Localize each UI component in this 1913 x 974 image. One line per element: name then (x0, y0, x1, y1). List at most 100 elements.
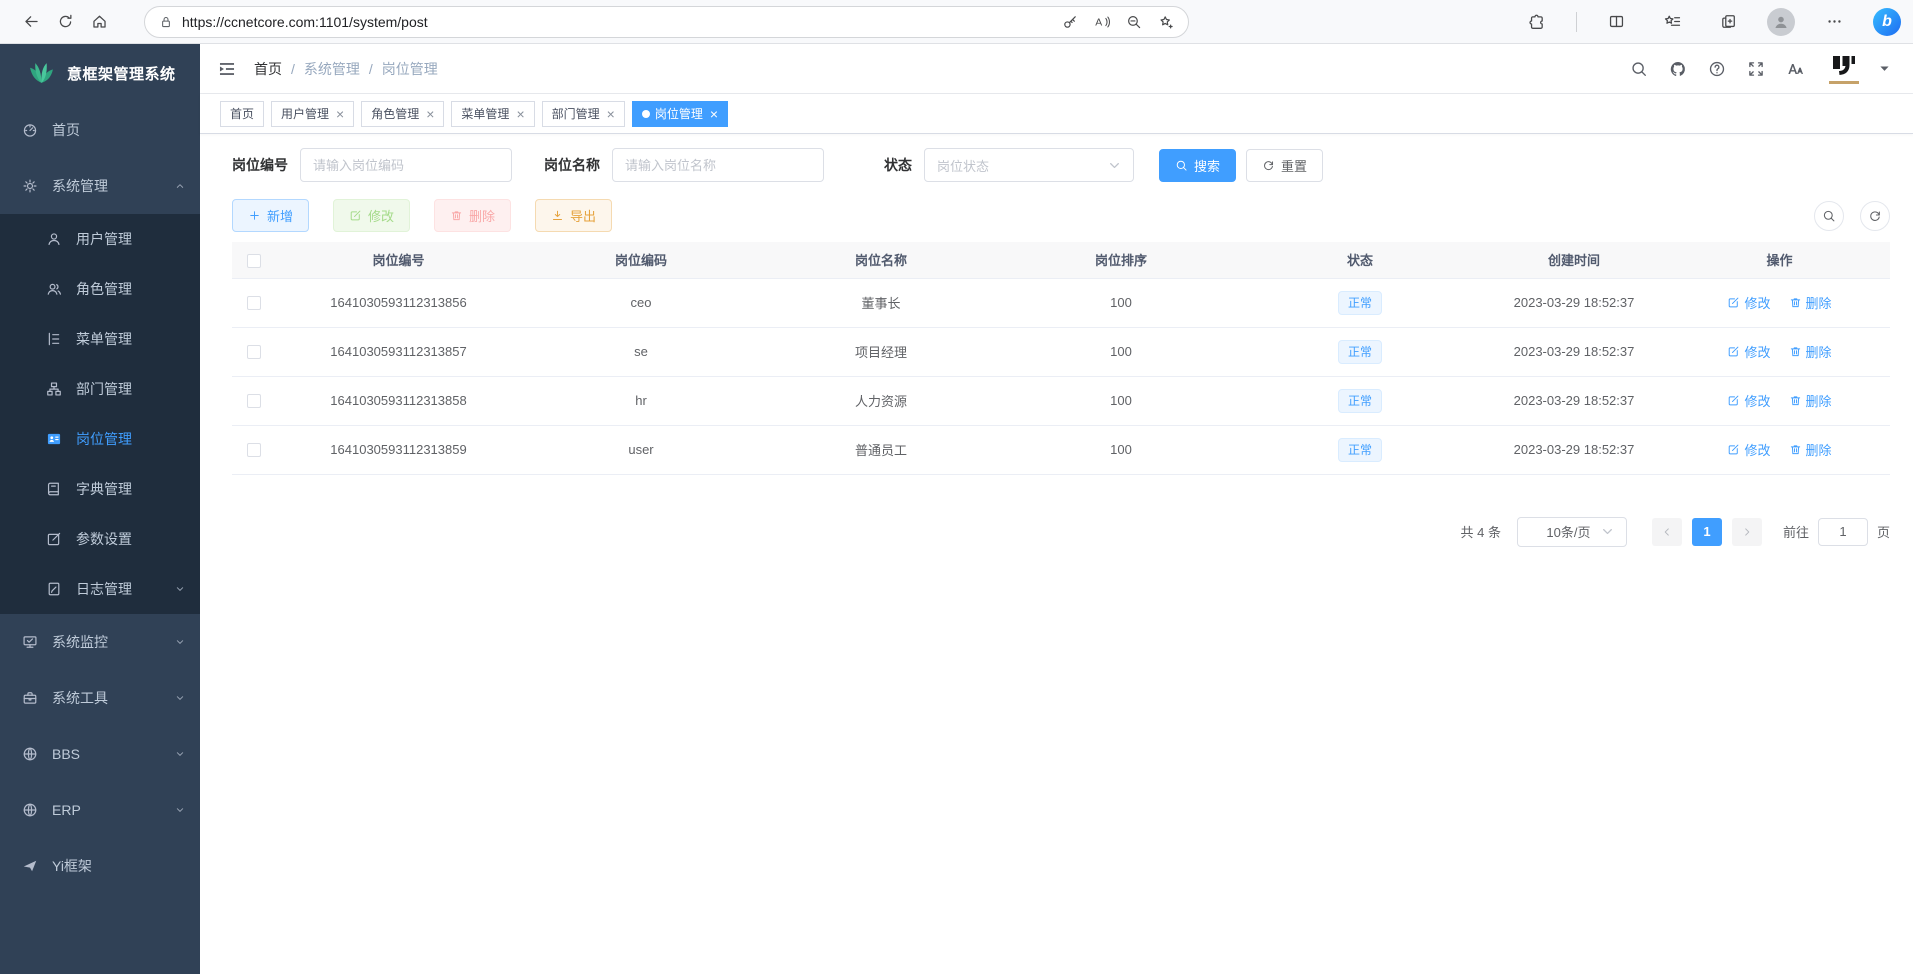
browser-home-button[interactable] (82, 5, 116, 39)
status-badge: 正常 (1338, 291, 1382, 315)
show-search-toggle-button[interactable] (1814, 201, 1844, 231)
row-edit-link[interactable]: 修改 (1727, 342, 1770, 361)
next-page-button[interactable] (1732, 518, 1762, 546)
split-screen-button[interactable] (1599, 5, 1633, 39)
row-delete-link[interactable]: 删除 (1789, 342, 1832, 361)
post-name-input[interactable] (612, 148, 824, 182)
row-checkbox[interactable] (247, 296, 261, 310)
caret-down-icon[interactable] (1876, 60, 1893, 77)
help-button[interactable] (1706, 58, 1728, 80)
avatar-underline (1829, 81, 1859, 84)
trash-icon (1789, 296, 1802, 309)
row-delete-link[interactable]: 删除 (1789, 293, 1832, 312)
row-checkbox[interactable] (247, 443, 261, 457)
browser-toolbar: https://ccnetcore.com:1101/system/post A… (0, 0, 1913, 44)
page-size-select[interactable]: 10条/页 (1517, 517, 1627, 547)
header-search-button[interactable] (1628, 58, 1650, 80)
refresh-icon (1868, 209, 1882, 223)
sidebar-item-dept-management[interactable]: 部门管理 (0, 364, 200, 414)
password-button[interactable] (1056, 8, 1084, 36)
row-edit-link[interactable]: 修改 (1727, 293, 1770, 312)
sidebar-item-label: 角色管理 (76, 279, 186, 299)
add-favorite-button[interactable] (1152, 8, 1180, 36)
row-delete-link[interactable]: 删除 (1789, 440, 1832, 459)
browser-profile-avatar[interactable] (1767, 8, 1795, 36)
row-checkbox[interactable] (247, 345, 261, 359)
row-delete-link[interactable]: 删除 (1789, 391, 1832, 410)
add-button[interactable]: 新增 (232, 199, 309, 232)
sidebar-item-label: 首页 (52, 120, 186, 140)
cell-status: 正常 (1241, 425, 1479, 474)
sidebar-item-label: 系统监控 (52, 632, 160, 652)
sidebar-item-bbs[interactable]: BBS (0, 726, 200, 782)
row-edit-link[interactable]: 修改 (1727, 440, 1770, 459)
status-select[interactable]: 岗位状态 (924, 148, 1134, 182)
delete-button[interactable]: 删除 (434, 199, 511, 232)
tab-close-icon[interactable]: × (607, 107, 615, 121)
tab-close-icon[interactable]: × (426, 107, 434, 121)
cell-post-name: 董事长 (761, 278, 1001, 327)
browser-reload-button[interactable] (48, 5, 82, 39)
sidebar-item-erp[interactable]: ERP (0, 782, 200, 838)
search-button[interactable]: 搜索 (1159, 149, 1236, 182)
browser-address-bar[interactable]: https://ccnetcore.com:1101/system/post A (144, 6, 1189, 38)
browser-menu-button[interactable] (1817, 5, 1851, 39)
tab-home[interactable]: 首页 (220, 101, 264, 127)
tab-post-management[interactable]: 岗位管理× (632, 101, 728, 127)
export-button[interactable]: 导出 (535, 199, 612, 232)
select-all-checkbox[interactable] (247, 254, 261, 268)
download-icon (551, 209, 564, 222)
sidebar-item-menu-management[interactable]: 菜单管理 (0, 314, 200, 364)
tab-dept-management[interactable]: 部门管理× (542, 101, 625, 127)
row-edit-label: 修改 (1744, 342, 1770, 361)
sidebar-fold-button[interactable] (216, 58, 238, 80)
prev-page-button[interactable] (1652, 518, 1682, 546)
sidebar-item-system-tools[interactable]: 系统工具 (0, 670, 200, 726)
sidebar-item-param-settings[interactable]: 参数设置 (0, 514, 200, 564)
zoom-out-icon (1126, 14, 1142, 30)
sidebar-item-home[interactable]: 首页 (0, 102, 200, 158)
export-button-label: 导出 (570, 206, 596, 225)
tab-close-icon[interactable]: × (710, 107, 718, 121)
modify-button[interactable]: 修改 (333, 199, 410, 232)
tab-user-management[interactable]: 用户管理× (271, 101, 354, 127)
reset-button[interactable]: 重置 (1246, 149, 1323, 182)
sidebar-item-yi-framework[interactable]: Yi框架 (0, 838, 200, 894)
font-size-button[interactable] (1784, 58, 1806, 80)
browser-back-button[interactable] (14, 5, 48, 39)
fullscreen-button[interactable] (1745, 58, 1767, 80)
collections-button[interactable] (1711, 5, 1745, 39)
cell-actions: 修改删除 (1669, 425, 1890, 474)
sidebar-item-system-management[interactable]: 系统管理 (0, 158, 200, 214)
breadcrumb-item[interactable]: 首页 (254, 59, 282, 79)
user-avatar[interactable] (1829, 54, 1859, 84)
post-code-input[interactable] (300, 148, 512, 182)
tab-menu-management[interactable]: 菜单管理× (451, 101, 534, 127)
favorites-button[interactable] (1655, 5, 1689, 39)
sidebar-item-user-management[interactable]: 用户管理 (0, 214, 200, 264)
sidebar-item-post-management[interactable]: 岗位管理 (0, 414, 200, 464)
bing-chat-button[interactable]: b (1873, 8, 1901, 36)
refresh-table-button[interactable] (1860, 201, 1890, 231)
sidebar-item-system-monitor[interactable]: 系统监控 (0, 614, 200, 670)
sidebar-item-label: 参数设置 (76, 529, 186, 549)
cell-post-id: 1641030593112313859 (276, 425, 521, 474)
person-icon (1772, 13, 1790, 31)
sidebar-item-log-management[interactable]: 日志管理 (0, 564, 200, 614)
tab-close-icon[interactable]: × (516, 107, 524, 121)
github-button[interactable] (1667, 58, 1689, 80)
sidebar-item-role-management[interactable]: 角色管理 (0, 264, 200, 314)
row-edit-link[interactable]: 修改 (1727, 391, 1770, 410)
goto-page-input[interactable] (1818, 518, 1868, 546)
zoom-out-button[interactable] (1120, 8, 1148, 36)
add-button-label: 新增 (267, 206, 293, 225)
row-checkbox[interactable] (247, 394, 261, 408)
extensions-button[interactable] (1520, 5, 1554, 39)
read-aloud-button[interactable]: A (1088, 8, 1116, 36)
tab-role-management[interactable]: 角色管理× (361, 101, 444, 127)
page-number-1[interactable]: 1 (1692, 518, 1722, 546)
sidebar-item-dict-management[interactable]: 字典管理 (0, 464, 200, 514)
github-icon (1669, 60, 1687, 78)
tab-close-icon[interactable]: × (336, 107, 344, 121)
monitor-icon (22, 634, 38, 650)
